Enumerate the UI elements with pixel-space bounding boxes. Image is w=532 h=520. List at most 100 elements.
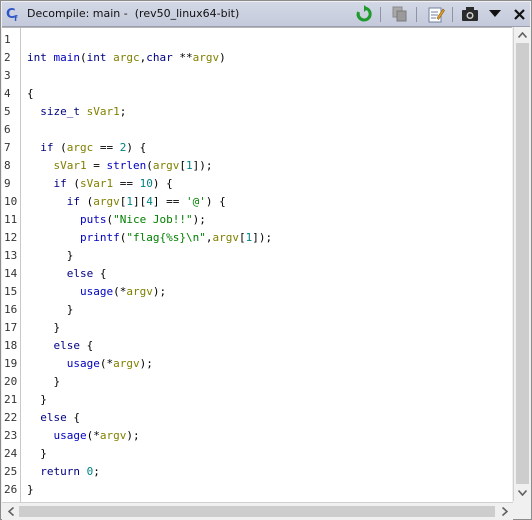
code-line[interactable]: 22 else { — [2, 409, 512, 427]
code-text: } — [27, 391, 47, 409]
code-line[interactable]: 2 int main(int argc,char **argv) — [2, 49, 512, 67]
code-line[interactable]: 8 sVar1 = strlen(argv[1]); — [2, 157, 512, 175]
code-line[interactable]: 24 } — [2, 445, 512, 463]
code-token: int — [86, 51, 107, 64]
toolbar-separator — [452, 7, 453, 22]
line-number: 3 — [4, 69, 11, 82]
code-token: == — [113, 177, 140, 190]
code-line[interactable]: 9 if (sVar1 == 10) { — [2, 175, 512, 193]
code-token: [ — [179, 159, 186, 172]
scroll-left-button[interactable] — [2, 503, 19, 519]
code-token: argv — [126, 285, 153, 298]
refresh-icon — [356, 5, 372, 22]
code-token: argv — [192, 51, 220, 64]
horizontal-scrollbar[interactable] — [2, 502, 513, 520]
code-editor[interactable]: 1 2 int main(int argc,char **argv) 3 4{5 siz… — [2, 27, 512, 502]
code-text: } — [27, 247, 74, 265]
chevron-down-icon — [518, 490, 527, 496]
code-line[interactable]: 5 size_t sVar1; — [2, 103, 512, 121]
scroll-right-button[interactable] — [496, 503, 513, 519]
code-token: ); — [152, 285, 167, 298]
code-line[interactable]: 23 usage(*argv); — [2, 427, 512, 445]
code-token: ) { — [205, 195, 226, 208]
line-number: 10 — [4, 195, 18, 208]
code-text: else { — [27, 409, 80, 427]
horizontal-scroll-thumb[interactable] — [19, 506, 495, 517]
code-line[interactable]: 25 return 0; — [2, 463, 512, 481]
vertical-scroll-thumb[interactable] — [516, 43, 529, 484]
code-text: if (argc == 2) { — [27, 139, 146, 157]
code-token: ); — [126, 429, 140, 442]
line-number: 7 — [4, 141, 11, 154]
code-line[interactable]: 19 usage(*argv); — [2, 355, 512, 373]
code-line[interactable]: 17 } — [2, 319, 512, 337]
line-number: 17 — [4, 321, 18, 334]
code-token: ); — [192, 213, 206, 226]
code-line[interactable]: 7 if (argc == 2) { — [2, 139, 512, 157]
line-number: 20 — [4, 375, 18, 388]
line-number: 4 — [4, 87, 11, 100]
svg-text:f: f — [14, 14, 18, 22]
code-text: } — [27, 301, 74, 319]
code-token: [ — [238, 231, 246, 244]
code-line[interactable]: 1 — [2, 31, 512, 49]
scroll-down-button[interactable] — [514, 485, 531, 501]
code-token: ] == — [152, 195, 186, 208]
code-token: argc — [113, 51, 140, 64]
code-token: int — [27, 51, 47, 64]
code-line[interactable]: 3 — [2, 67, 512, 85]
vertical-scrollbar[interactable] — [513, 27, 531, 501]
code-line[interactable]: 15 usage(*argv); — [2, 283, 512, 301]
line-number: 25 — [4, 465, 18, 478]
code-token: ; — [93, 465, 100, 478]
code-line[interactable]: 26} — [2, 481, 512, 499]
code-token: ( — [146, 159, 153, 172]
code-line[interactable]: 6 — [2, 121, 512, 139]
copy-button[interactable] — [390, 5, 410, 23]
code-text: int main(int argc,char **argv) — [27, 49, 226, 67]
code-line[interactable]: 10 if (argv[1][4] == '@') { — [2, 193, 512, 211]
code-token: 10 — [139, 177, 153, 190]
code-line[interactable]: 21 } — [2, 391, 512, 409]
code-line[interactable]: 18 else { — [2, 337, 512, 355]
code-token: 4 — [146, 195, 153, 208]
menu-dropdown-button[interactable] — [485, 5, 505, 23]
code-text: if (argv[1][4] == '@') { — [27, 193, 226, 211]
close-button[interactable] — [509, 5, 529, 23]
code-text: return 0; — [27, 463, 100, 481]
line-number: 2 — [4, 51, 11, 64]
code-token: "flag{%s}\n" — [126, 231, 206, 244]
window-subtitle: (rev50_linux64-bit) — [134, 7, 240, 20]
copy-icon — [392, 6, 407, 22]
code-line[interactable]: 20 } — [2, 373, 512, 391]
edit-button[interactable] — [426, 5, 446, 23]
snapshot-button[interactable] — [460, 5, 480, 23]
code-text: else { — [27, 265, 107, 283]
toolbar-separator — [380, 7, 381, 22]
code-token: size_t — [40, 105, 80, 118]
code-line[interactable]: 16 } — [2, 301, 512, 319]
code-token: (* — [86, 429, 100, 442]
code-line[interactable]: 13 } — [2, 247, 512, 265]
code-token: } — [27, 447, 47, 460]
window-title: Decompile: main - — [27, 7, 132, 20]
scroll-up-button[interactable] — [514, 27, 531, 43]
code-token: strlen — [106, 159, 147, 172]
refresh-button[interactable] — [354, 5, 374, 23]
code-token: == — [93, 141, 120, 154]
code-token: sVar1 — [86, 105, 120, 118]
scrollbar-corner — [513, 502, 530, 519]
code-token: ]); — [252, 231, 273, 244]
code-line[interactable]: 11 puts("Nice Job!!"); — [2, 211, 512, 229]
code-line[interactable]: 14 else { — [2, 265, 512, 283]
code-line[interactable]: 12 printf("flag{%s}\n",argv[1]); — [2, 229, 512, 247]
code-token: if — [66, 195, 80, 208]
code-text: } — [27, 445, 47, 463]
code-line[interactable]: 4{ — [2, 85, 512, 103]
code-token: char — [146, 51, 173, 64]
